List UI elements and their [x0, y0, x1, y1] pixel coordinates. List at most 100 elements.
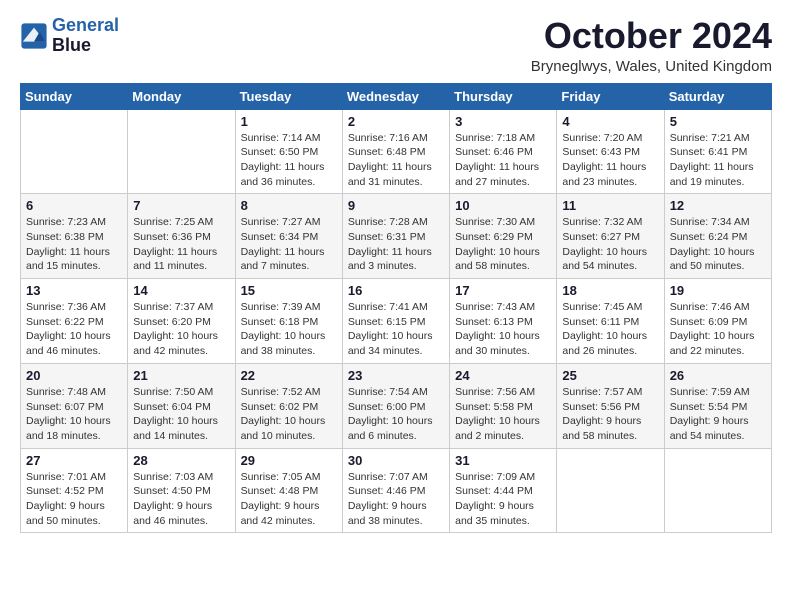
day-info: Sunrise: 7:57 AM Sunset: 5:56 PM Dayligh…: [562, 385, 658, 444]
day-number: 14: [133, 283, 229, 298]
day-number: 22: [241, 368, 337, 383]
calendar-cell: 30 Sunrise: 7:07 AM Sunset: 4:46 PM Dayli…: [342, 448, 449, 533]
day-info: Sunrise: 7:03 AM Sunset: 4:50 PM Dayligh…: [133, 470, 229, 529]
logo-text: General Blue: [52, 16, 119, 56]
calendar-cell: 25 Sunrise: 7:57 AM Sunset: 5:56 PM Dayli…: [557, 363, 664, 448]
calendar-cell: 1 Sunrise: 7:14 AM Sunset: 6:50 PM Daylig…: [235, 109, 342, 194]
day-number: 27: [26, 453, 122, 468]
calendar-cell: 11 Sunrise: 7:32 AM Sunset: 6:27 PM Dayli…: [557, 194, 664, 279]
day-info: Sunrise: 7:32 AM Sunset: 6:27 PM Dayligh…: [562, 215, 658, 274]
day-info: Sunrise: 7:59 AM Sunset: 5:54 PM Dayligh…: [670, 385, 766, 444]
day-info: Sunrise: 7:23 AM Sunset: 6:38 PM Dayligh…: [26, 215, 122, 274]
day-header-tuesday: Tuesday: [235, 83, 342, 109]
day-info: Sunrise: 7:34 AM Sunset: 6:24 PM Dayligh…: [670, 215, 766, 274]
day-number: 12: [670, 198, 766, 213]
calendar-week-3: 13 Sunrise: 7:36 AM Sunset: 6:22 PM Dayli…: [21, 279, 772, 364]
calendar-cell: 28Sunrise: 7:03 AM Sunset: 4:50 PM Dayli…: [128, 448, 235, 533]
calendar-cell: 29 Sunrise: 7:05 AM Sunset: 4:48 PM Dayli…: [235, 448, 342, 533]
day-header-friday: Friday: [557, 83, 664, 109]
calendar-cell: [664, 448, 771, 533]
calendar-cell: 10Sunrise: 7:30 AM Sunset: 6:29 PM Dayli…: [450, 194, 557, 279]
month-title: October 2024: [531, 16, 772, 56]
day-info: Sunrise: 7:21 AM Sunset: 6:41 PM Dayligh…: [670, 131, 766, 190]
title-block: October 2024 Bryneglwys, Wales, United K…: [531, 16, 772, 75]
calendar-cell: [21, 109, 128, 194]
calendar-cell: [557, 448, 664, 533]
calendar-cell: 9Sunrise: 7:28 AM Sunset: 6:31 PM Daylig…: [342, 194, 449, 279]
day-number: 30: [348, 453, 444, 468]
day-info: Sunrise: 7:50 AM Sunset: 6:04 PM Dayligh…: [133, 385, 229, 444]
day-info: Sunrise: 7:16 AM Sunset: 6:48 PM Dayligh…: [348, 131, 444, 190]
day-number: 8: [241, 198, 337, 213]
calendar-cell: 23 Sunrise: 7:54 AM Sunset: 6:00 PM Dayli…: [342, 363, 449, 448]
day-header-sunday: Sunday: [21, 83, 128, 109]
calendar-cell: 15 Sunrise: 7:39 AM Sunset: 6:18 PM Dayli…: [235, 279, 342, 364]
calendar-cell: 16 Sunrise: 7:41 AM Sunset: 6:15 PM Dayli…: [342, 279, 449, 364]
day-info: Sunrise: 7:14 AM Sunset: 6:50 PM Dayligh…: [241, 131, 337, 190]
day-header-saturday: Saturday: [664, 83, 771, 109]
day-info: Sunrise: 7:36 AM Sunset: 6:22 PM Dayligh…: [26, 300, 122, 359]
day-info: Sunrise: 7:09 AM Sunset: 4:44 PM Dayligh…: [455, 470, 551, 529]
day-number: 7: [133, 198, 229, 213]
day-number: 18: [562, 283, 658, 298]
day-info: Sunrise: 7:28 AM Sunset: 6:31 PM Dayligh…: [348, 215, 444, 274]
day-header-wednesday: Wednesday: [342, 83, 449, 109]
day-info: Sunrise: 7:20 AM Sunset: 6:43 PM Dayligh…: [562, 131, 658, 190]
day-number: 13: [26, 283, 122, 298]
page-header: General Blue October 2024 Bryneglwys, Wa…: [20, 16, 772, 75]
day-info: Sunrise: 7:56 AM Sunset: 5:58 PM Dayligh…: [455, 385, 551, 444]
calendar-week-5: 27Sunrise: 7:01 AM Sunset: 4:52 PM Dayli…: [21, 448, 772, 533]
day-info: Sunrise: 7:43 AM Sunset: 6:13 PM Dayligh…: [455, 300, 551, 359]
calendar-table: SundayMondayTuesdayWednesdayThursdayFrid…: [20, 83, 772, 534]
calendar-cell: [128, 109, 235, 194]
calendar-header-row: SundayMondayTuesdayWednesdayThursdayFrid…: [21, 83, 772, 109]
day-info: Sunrise: 7:41 AM Sunset: 6:15 PM Dayligh…: [348, 300, 444, 359]
day-info: Sunrise: 7:45 AM Sunset: 6:11 PM Dayligh…: [562, 300, 658, 359]
calendar-week-2: 6 Sunrise: 7:23 AM Sunset: 6:38 PM Daylig…: [21, 194, 772, 279]
calendar-cell: 26Sunrise: 7:59 AM Sunset: 5:54 PM Dayli…: [664, 363, 771, 448]
calendar-cell: 31Sunrise: 7:09 AM Sunset: 4:44 PM Dayli…: [450, 448, 557, 533]
day-number: 2: [348, 114, 444, 129]
calendar-cell: 27Sunrise: 7:01 AM Sunset: 4:52 PM Dayli…: [21, 448, 128, 533]
day-number: 21: [133, 368, 229, 383]
day-number: 16: [348, 283, 444, 298]
day-info: Sunrise: 7:52 AM Sunset: 6:02 PM Dayligh…: [241, 385, 337, 444]
day-number: 4: [562, 114, 658, 129]
day-number: 24: [455, 368, 551, 383]
day-number: 15: [241, 283, 337, 298]
day-info: Sunrise: 7:37 AM Sunset: 6:20 PM Dayligh…: [133, 300, 229, 359]
day-header-thursday: Thursday: [450, 83, 557, 109]
day-info: Sunrise: 7:27 AM Sunset: 6:34 PM Dayligh…: [241, 215, 337, 274]
calendar-cell: 14 Sunrise: 7:37 AM Sunset: 6:20 PM Dayli…: [128, 279, 235, 364]
day-number: 25: [562, 368, 658, 383]
logo-icon: [20, 22, 48, 50]
day-number: 23: [348, 368, 444, 383]
day-number: 20: [26, 368, 122, 383]
day-header-monday: Monday: [128, 83, 235, 109]
day-number: 10: [455, 198, 551, 213]
day-number: 3: [455, 114, 551, 129]
calendar-cell: 24 Sunrise: 7:56 AM Sunset: 5:58 PM Dayli…: [450, 363, 557, 448]
calendar-cell: 13 Sunrise: 7:36 AM Sunset: 6:22 PM Dayli…: [21, 279, 128, 364]
calendar-cell: 3 Sunrise: 7:18 AM Sunset: 6:46 PM Daylig…: [450, 109, 557, 194]
day-info: Sunrise: 7:39 AM Sunset: 6:18 PM Dayligh…: [241, 300, 337, 359]
calendar-cell: 17 Sunrise: 7:43 AM Sunset: 6:13 PM Dayli…: [450, 279, 557, 364]
day-number: 6: [26, 198, 122, 213]
calendar-cell: 8 Sunrise: 7:27 AM Sunset: 6:34 PM Daylig…: [235, 194, 342, 279]
calendar-week-1: 1 Sunrise: 7:14 AM Sunset: 6:50 PM Daylig…: [21, 109, 772, 194]
calendar-cell: 2 Sunrise: 7:16 AM Sunset: 6:48 PM Daylig…: [342, 109, 449, 194]
day-info: Sunrise: 7:18 AM Sunset: 6:46 PM Dayligh…: [455, 131, 551, 190]
day-number: 5: [670, 114, 766, 129]
day-number: 1: [241, 114, 337, 129]
day-info: Sunrise: 7:05 AM Sunset: 4:48 PM Dayligh…: [241, 470, 337, 529]
calendar-cell: 18 Sunrise: 7:45 AM Sunset: 6:11 PM Dayli…: [557, 279, 664, 364]
day-info: Sunrise: 7:54 AM Sunset: 6:00 PM Dayligh…: [348, 385, 444, 444]
location: Bryneglwys, Wales, United Kingdom: [531, 58, 772, 75]
calendar-cell: 4 Sunrise: 7:20 AM Sunset: 6:43 PM Daylig…: [557, 109, 664, 194]
day-info: Sunrise: 7:48 AM Sunset: 6:07 PM Dayligh…: [26, 385, 122, 444]
day-number: 11: [562, 198, 658, 213]
day-number: 29: [241, 453, 337, 468]
day-info: Sunrise: 7:07 AM Sunset: 4:46 PM Dayligh…: [348, 470, 444, 529]
calendar-cell: 19Sunrise: 7:46 AM Sunset: 6:09 PM Dayli…: [664, 279, 771, 364]
day-number: 17: [455, 283, 551, 298]
